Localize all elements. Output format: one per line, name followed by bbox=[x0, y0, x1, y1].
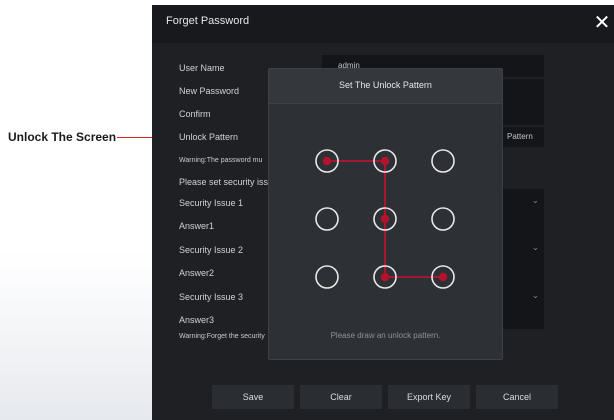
callout-label: Unlock The Screen bbox=[8, 130, 117, 144]
security-issue-3-label: Security Issue 3 bbox=[179, 292, 244, 302]
pattern-node-selected-dot bbox=[380, 156, 390, 166]
pattern-node[interactable] bbox=[315, 265, 339, 289]
security-issue-1-label: Security Issue 1 bbox=[179, 198, 244, 208]
unlock-pattern-button-text: Pattern bbox=[507, 132, 533, 141]
answer1-label: Answer1 bbox=[179, 221, 215, 231]
pattern-node-selected-dot bbox=[380, 272, 390, 282]
security-warning: Warning:Forget the security bbox=[179, 333, 265, 340]
pattern-node[interactable] bbox=[431, 149, 455, 173]
pattern-hint: Please draw an unlock pattern. bbox=[330, 331, 441, 340]
pattern-node[interactable] bbox=[315, 207, 339, 231]
unlock-pattern-dialog: Set The Unlock Pattern Please draw an un… bbox=[268, 68, 503, 360]
user-name-label: User Name bbox=[179, 63, 225, 73]
export-key-button[interactable]: Export Key bbox=[388, 385, 470, 409]
security-prompt: Please set security issu bbox=[179, 177, 274, 187]
password-warning: Warning:The password mu bbox=[179, 157, 263, 164]
close-icon[interactable]: ✕ bbox=[590, 11, 614, 35]
save-button[interactable]: Save bbox=[212, 385, 294, 409]
background-gradient bbox=[0, 250, 160, 420]
pattern-node-selected-dot bbox=[438, 272, 448, 282]
pattern-node-selected-dot bbox=[322, 156, 332, 166]
pattern-node-selected-dot bbox=[380, 214, 390, 224]
chevron-down-icon[interactable]: ⌄ bbox=[532, 196, 539, 205]
dialog-title: Forget Password bbox=[166, 15, 250, 27]
chevron-down-icon[interactable]: ⌄ bbox=[532, 291, 539, 300]
chevron-down-icon[interactable]: ⌄ bbox=[532, 243, 539, 252]
dialog-titlebar: Forget Password ✕ bbox=[152, 5, 614, 43]
answer3-label: Answer3 bbox=[179, 315, 215, 325]
confirm-label: Confirm bbox=[179, 109, 211, 119]
answer2-label: Answer2 bbox=[179, 268, 215, 278]
security-issue-2-label: Security Issue 2 bbox=[179, 245, 244, 255]
pattern-node[interactable] bbox=[431, 207, 455, 231]
cancel-button[interactable]: Cancel bbox=[476, 385, 558, 409]
unlock-pattern-label: Unlock Pattern bbox=[179, 132, 239, 142]
pattern-grid[interactable] bbox=[269, 69, 502, 359]
new-password-label: New Password bbox=[179, 86, 240, 96]
clear-button[interactable]: Clear bbox=[300, 385, 382, 409]
